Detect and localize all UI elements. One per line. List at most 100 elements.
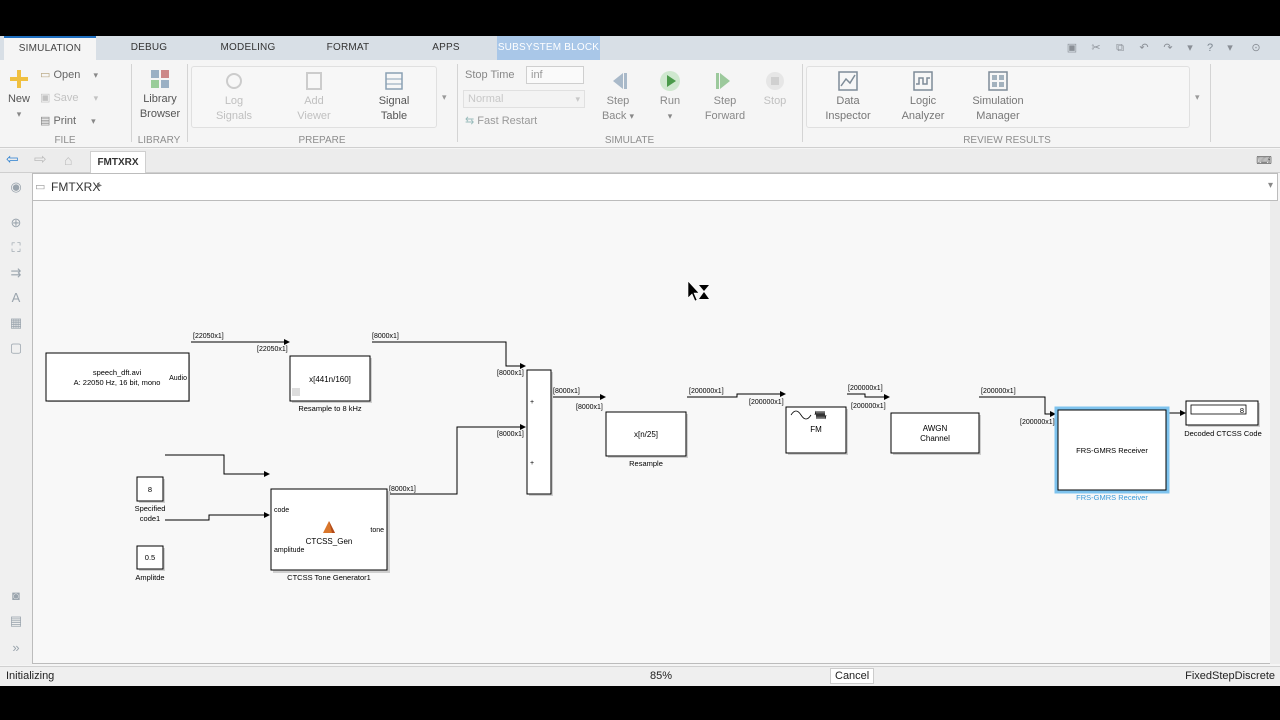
printer-icon: ▤ xyxy=(40,115,51,127)
cut-icon[interactable]: ✂ xyxy=(1088,40,1104,56)
step-forward-label-1: Step xyxy=(713,95,737,107)
line-amplitude[interactable] xyxy=(165,512,270,521)
chevron-down-icon: ▾ xyxy=(575,94,580,104)
expand-toolbar-icon[interactable]: » xyxy=(8,640,24,656)
step-forward-icon xyxy=(716,73,730,89)
copy-icon[interactable]: ⧉ xyxy=(1112,40,1128,56)
logic-analyzer-button[interactable]: Logic Analyzer xyxy=(894,70,952,124)
prepare-expand-icon[interactable]: ▾ xyxy=(442,92,447,103)
quick-access-dropdown-icon[interactable]: ▾ xyxy=(1182,40,1198,56)
collapse-ribbon-icon[interactable]: ⊙ xyxy=(1248,40,1264,56)
constant-code-block[interactable]: 8 Specified code1 xyxy=(135,476,166,523)
sum-block[interactable]: + + xyxy=(526,369,553,496)
fm-modulator-block[interactable]: FM xyxy=(785,406,848,455)
tab-modeling[interactable]: MODELING xyxy=(206,36,290,60)
separator xyxy=(457,64,458,142)
step-back-button[interactable]: Step Back ▾ xyxy=(598,70,638,124)
hide-model-browser-icon[interactable]: ◉ xyxy=(8,179,24,195)
print-button[interactable]: ▤ Print ▾ xyxy=(40,114,96,127)
up-to-parent-icon[interactable]: ⌂ xyxy=(64,152,72,168)
signal-dim-label: [22050x1] xyxy=(257,346,288,353)
tab-debug[interactable]: DEBUG xyxy=(112,36,186,60)
signal-table-button[interactable]: Signal Table xyxy=(372,70,416,124)
model-tab-fmtxrx[interactable]: FMTXRX xyxy=(90,151,146,173)
line-fm[interactable] xyxy=(847,393,890,400)
logic-analyzer-label-2: Analyzer xyxy=(901,110,945,122)
line-code[interactable] xyxy=(165,454,270,477)
help-icon[interactable]: ? xyxy=(1202,40,1218,56)
help-dropdown-icon[interactable]: ▾ xyxy=(1222,40,1238,56)
awgn-channel-block[interactable]: AWGN Channel xyxy=(890,412,981,455)
redo-icon[interactable]: ↷ xyxy=(1160,40,1176,56)
back-arrow-icon[interactable]: ⇦ xyxy=(6,152,19,168)
tab-format[interactable]: FORMAT xyxy=(310,36,386,60)
simulation-manager-button[interactable]: Simulation Manager xyxy=(966,70,1030,124)
resample-8khz-block[interactable]: x[441n/160] Resample to 8 kHz xyxy=(289,355,372,413)
hide-explorer-bar-icon[interactable]: ⌨ xyxy=(1256,154,1272,168)
solver-name[interactable]: FixedStepDiscrete xyxy=(1185,670,1275,682)
ctcss-port-tone: tone xyxy=(370,527,384,534)
fast-restart-button[interactable]: ⇆ Fast Restart xyxy=(465,114,537,127)
chevron-down-icon[interactable]: ▾ xyxy=(1268,180,1273,191)
display-block[interactable]: 8 Decoded CTCSS Code xyxy=(1184,400,1262,438)
open-button[interactable]: ▭ Open ▾ xyxy=(40,68,98,81)
vertical-scrollbar[interactable] xyxy=(1270,201,1280,664)
signal-dim-label: [8000x1] xyxy=(576,404,603,411)
tab-apps[interactable]: APPS xyxy=(408,36,484,60)
step-forward-button[interactable]: Step Forward xyxy=(702,70,748,124)
save-button[interactable]: ▣ Save ▾ xyxy=(40,91,98,104)
step-back-label-2: Back xyxy=(601,110,627,122)
resample-label: Resample xyxy=(629,459,663,468)
stop-button[interactable]: Stop xyxy=(760,70,790,109)
run-button[interactable]: Run ▾ xyxy=(652,70,688,124)
data-inspector-button[interactable]: Data Inspector xyxy=(820,70,876,124)
area-icon[interactable]: ▢ xyxy=(8,340,24,356)
from-multimedia-file-block[interactable]: speech_dft.avi A: 22050 Hz, 16 bit, mono… xyxy=(45,352,190,402)
ctcss-tone-generator-block[interactable]: code amplitude tone CTCSS_Gen CTCSS Tone… xyxy=(270,488,390,582)
fit-to-view-icon[interactable]: ⛶ xyxy=(8,240,24,256)
run-play-icon xyxy=(660,71,680,91)
stop-time-input[interactable]: inf xyxy=(526,66,584,84)
tab-simulation[interactable]: SIMULATION xyxy=(4,36,96,60)
folder-icon: ▭ xyxy=(40,69,51,81)
signal-dim-label: [8000x1] xyxy=(389,486,416,493)
signal-table-icon xyxy=(385,72,403,90)
group-library-label: LIBRARY xyxy=(137,135,181,146)
address-bar: ▭ FMTXRX ▸ ▾ xyxy=(32,173,1278,201)
log-signals-button[interactable]: Log Signals xyxy=(212,70,256,124)
data-inspector-label-2: Inspector xyxy=(825,110,871,122)
screenshot-icon[interactable]: ◙ xyxy=(8,588,24,604)
simulation-mode-select[interactable]: Normal ▾ xyxy=(463,90,585,108)
zoom-icon[interactable]: ⊕ xyxy=(8,215,24,231)
arrows-icon[interactable]: ⇉ xyxy=(8,265,24,281)
resample-block[interactable]: x[n/25] Resample xyxy=(605,411,688,468)
undo-icon[interactable]: ↶ xyxy=(1136,40,1152,56)
block-diagram: [22050x1] [22050x1] [8000x1] [8000x1] [8… xyxy=(45,280,1262,582)
display-value: 8 xyxy=(1240,406,1244,415)
cancel-button[interactable]: Cancel xyxy=(830,668,875,684)
simulink-window: SIMULATION DEBUG MODELING FORMAT APPS SU… xyxy=(0,36,1280,686)
line-awgn[interactable] xyxy=(979,396,1056,417)
chevron-right-icon: ▸ xyxy=(97,180,103,191)
forward-arrow-icon[interactable]: ⇨ xyxy=(34,152,47,168)
frs-receiver-name: FRS-GMRS Receiver xyxy=(1076,446,1148,455)
property-inspector-icon[interactable]: ▤ xyxy=(8,613,24,629)
image-icon[interactable]: ▦ xyxy=(8,315,24,331)
zoom-level: 85% xyxy=(650,670,673,682)
tab-subsystem-block[interactable]: SUBSYSTEM BLOCK xyxy=(497,36,600,60)
group-prepare-label: PREPARE xyxy=(298,135,346,146)
constant-amplitude-block[interactable]: 0.5 Amplitde xyxy=(135,545,165,582)
library-browser-button[interactable]: Library Browser xyxy=(136,68,184,122)
frs-gmrs-receiver-block[interactable]: FRS-GMRS Receiver FRS-GMRS Receiver xyxy=(1054,406,1170,502)
signal-dim-label: [200000x1] xyxy=(851,403,886,410)
separator xyxy=(187,64,188,142)
breadcrumb-fmtxrx[interactable]: FMTXRX xyxy=(51,180,100,194)
add-viewer-button[interactable]: Add Viewer xyxy=(292,70,336,124)
new-button[interactable]: New ▾ xyxy=(4,68,34,122)
line-resample8[interactable] xyxy=(372,341,526,369)
save-icon[interactable]: ▣ xyxy=(1064,40,1080,56)
review-expand-icon[interactable]: ▾ xyxy=(1195,92,1200,103)
annotation-icon[interactable]: A xyxy=(8,290,24,306)
model-canvas[interactable]: [22050x1] [22050x1] [8000x1] [8000x1] [8… xyxy=(32,201,1278,664)
library-label-1: Library xyxy=(143,93,177,105)
